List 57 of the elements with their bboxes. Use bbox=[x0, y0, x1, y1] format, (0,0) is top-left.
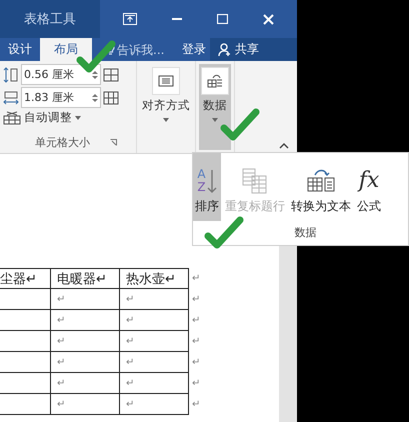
table-header-cell: 尘器↵ bbox=[0, 268, 51, 289]
maximize-icon[interactable] bbox=[216, 14, 228, 24]
check-mark-icon bbox=[76, 40, 116, 74]
spinner-icon[interactable] bbox=[92, 70, 98, 78]
caret-icon bbox=[163, 118, 169, 122]
ribbon-button[interactable]: 对齐方式 bbox=[140, 64, 192, 150]
table-copy-icon bbox=[242, 168, 268, 194]
minimize-icon[interactable] bbox=[172, 18, 182, 20]
share-button[interactable]: 共享 bbox=[210, 38, 297, 61]
paragraph-mark: ↵ bbox=[191, 272, 200, 286]
tell-me-field[interactable]: 告诉我... bbox=[106, 38, 178, 61]
menu-item[interactable]: 转换为文本 bbox=[289, 153, 353, 221]
table-cell: ↵ bbox=[119, 373, 189, 394]
table-cell: ↵ bbox=[119, 289, 189, 310]
caret-icon bbox=[75, 116, 81, 120]
paragraph-mark: ↵ bbox=[191, 377, 200, 391]
menu-item[interactable]: fx 公式 bbox=[355, 153, 383, 221]
autofit-label: 自动调整 bbox=[24, 110, 72, 125]
context-tab-label: 表格工具 bbox=[0, 0, 100, 38]
table-header-cell: 电暖器↵ bbox=[50, 268, 120, 289]
autofit-button[interactable]: 自动调整 bbox=[3, 110, 133, 125]
autofit-icon bbox=[3, 110, 21, 124]
column-width-icon bbox=[3, 90, 19, 106]
ribbon-button[interactable]: 数据 bbox=[199, 64, 231, 150]
row-height-icon bbox=[3, 66, 19, 82]
group-label: 数据 bbox=[294, 225, 316, 240]
table-header-cell: 热水壶↵ bbox=[119, 268, 189, 289]
paragraph-mark: ↵ bbox=[191, 398, 200, 412]
group-label: 单元格大小 bbox=[35, 135, 90, 150]
distribute-rows-icon[interactable] bbox=[103, 68, 119, 82]
ribbon-tab[interactable]: 设计 bbox=[0, 38, 40, 61]
row-height-field[interactable]: 0.56 厘米 bbox=[21, 64, 101, 85]
formula-icon: fx bbox=[358, 168, 380, 194]
column-width-field[interactable]: 1.83 厘米 bbox=[21, 87, 101, 108]
paragraph-mark: ↵ bbox=[191, 335, 200, 349]
convert-table-icon bbox=[306, 168, 336, 194]
spinner-icon[interactable] bbox=[92, 94, 98, 102]
paragraph-mark: ↵ bbox=[191, 314, 200, 328]
ribbon-tab[interactable]: 布局 bbox=[40, 38, 92, 61]
close-icon[interactable] bbox=[262, 14, 274, 24]
table-data-icon bbox=[207, 74, 223, 88]
collapse-ribbon-icon[interactable] bbox=[279, 143, 289, 149]
menu-item[interactable]: A Z 排序 bbox=[193, 153, 221, 221]
dialog-launcher-icon[interactable] bbox=[110, 139, 117, 146]
caret-icon bbox=[212, 118, 218, 122]
paragraph-mark: ↵ bbox=[191, 356, 200, 370]
distribute-columns-icon[interactable] bbox=[103, 90, 119, 104]
person-add-icon bbox=[218, 42, 232, 56]
ribbon-display-icon[interactable] bbox=[123, 13, 138, 25]
table-cell: ↵ bbox=[119, 331, 189, 352]
paragraph-mark: ↵ bbox=[191, 293, 200, 307]
check-mark-icon bbox=[204, 216, 244, 250]
sign-in-link[interactable]: 登录 bbox=[178, 38, 210, 61]
table-cell: ↵ bbox=[119, 352, 189, 373]
table-cell: ↵ bbox=[119, 310, 189, 331]
align-icon bbox=[158, 75, 174, 87]
table-cell: ↵ bbox=[119, 394, 189, 415]
